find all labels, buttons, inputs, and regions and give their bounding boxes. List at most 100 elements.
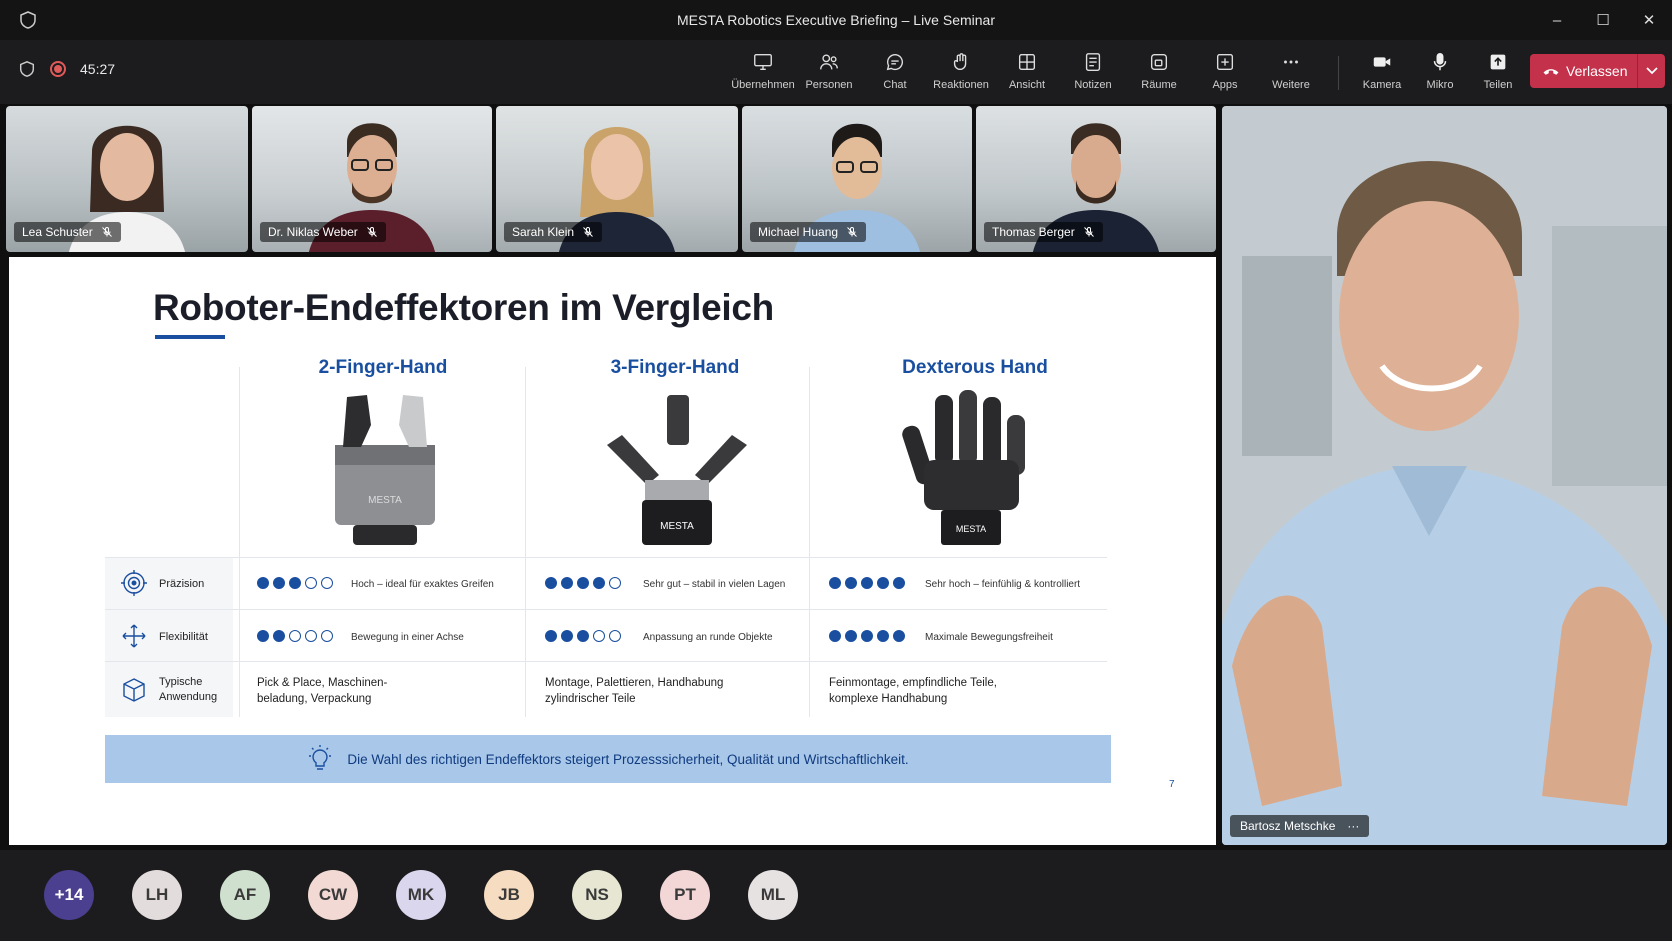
move-arrows-icon bbox=[122, 624, 146, 648]
rating-dot-filled bbox=[561, 630, 573, 642]
application-text: Pick & Place, Maschinen- beladung, Verpa… bbox=[257, 675, 387, 707]
participant-tile[interactable]: Sarah Klein bbox=[496, 106, 738, 252]
close-button[interactable]: ✕ bbox=[1626, 0, 1672, 40]
product-brand: MESTA bbox=[660, 521, 694, 532]
avatar[interactable]: AF bbox=[220, 870, 270, 920]
rating-dot-filled bbox=[845, 630, 857, 642]
two-finger-gripper-image: MESTA bbox=[335, 395, 435, 545]
rating-dot-empty bbox=[289, 630, 301, 642]
attendee-avatars: +14 LH AF CW MK JB NS PT ML bbox=[44, 870, 798, 920]
presenter-name-tag: Bartosz Metschke ··· bbox=[1230, 815, 1370, 837]
avatar[interactable]: LH bbox=[132, 870, 182, 920]
rating-dots bbox=[257, 630, 333, 642]
share-screen-button[interactable]: Übernehmen bbox=[730, 48, 796, 98]
title-bar: MESTA Robotics Executive Briefing – Live… bbox=[0, 0, 1672, 40]
rating-dot-filled bbox=[561, 577, 573, 589]
avatar[interactable]: MK bbox=[396, 870, 446, 920]
rating-dot-filled bbox=[877, 630, 889, 642]
reactions-button[interactable]: Reaktionen bbox=[928, 48, 994, 98]
share-button[interactable]: Teilen bbox=[1469, 48, 1527, 98]
shield-icon bbox=[19, 61, 35, 77]
application-text: Feinmontage, empfindliche Teile, komplex… bbox=[829, 675, 997, 707]
more-button[interactable]: Weitere bbox=[1258, 48, 1324, 98]
application-line: Feinmontage, empfindliche Teile, bbox=[829, 677, 997, 689]
rating-dots bbox=[257, 577, 333, 589]
shield-icon bbox=[20, 11, 36, 29]
rating-description: Bewegung in einer Achse bbox=[351, 632, 464, 643]
toolbar-label: Notizen bbox=[1074, 79, 1112, 91]
meeting-stage: Lea Schuster Dr. Niklas Weber Sarah Klei… bbox=[0, 104, 1672, 850]
rating-dot-filled bbox=[577, 630, 589, 642]
rating-description: Hoch – ideal für exaktes Greifen bbox=[351, 579, 494, 590]
share-icon bbox=[1490, 54, 1506, 70]
participant-name: Thomas Berger bbox=[992, 225, 1075, 239]
toolbar-label: Apps bbox=[1212, 79, 1238, 91]
notes-button[interactable]: Notizen bbox=[1060, 48, 1126, 98]
apps-button[interactable]: Apps bbox=[1192, 48, 1258, 98]
hang-up-icon bbox=[1543, 69, 1559, 75]
application-line: beladung, Verpackung bbox=[257, 693, 372, 705]
product-brand: MESTA bbox=[368, 495, 402, 506]
minimize-button[interactable]: – bbox=[1534, 0, 1580, 40]
rating-dot-filled bbox=[861, 577, 873, 589]
chat-button[interactable]: Chat bbox=[862, 48, 928, 98]
window-controls: – ☐ ✕ bbox=[1534, 0, 1672, 40]
avatar[interactable]: ML bbox=[748, 870, 798, 920]
avatar[interactable]: JB bbox=[484, 870, 534, 920]
view-icon bbox=[1018, 53, 1036, 71]
participant-tile[interactable]: Thomas Berger bbox=[976, 106, 1216, 252]
mic-muted-icon bbox=[101, 227, 112, 237]
row-divider bbox=[105, 609, 1107, 610]
camera-button[interactable]: Kamera bbox=[1353, 48, 1411, 98]
row-divider bbox=[105, 557, 1107, 558]
row-label: Flexibilität bbox=[159, 631, 208, 643]
toolbar-label: Chat bbox=[883, 79, 907, 91]
application-line: zylindrischer Teile bbox=[545, 693, 636, 705]
rating-dots bbox=[829, 577, 905, 589]
presenter-video-tile[interactable]: Bartosz Metschke ··· bbox=[1222, 106, 1667, 845]
leave-options-button[interactable] bbox=[1637, 54, 1666, 88]
mic-muted-icon bbox=[1083, 227, 1094, 237]
more-attendees-button[interactable]: +14 bbox=[44, 870, 94, 920]
apps-icon bbox=[1216, 53, 1234, 71]
attendee-bar: +14 LH AF CW MK JB NS PT ML bbox=[0, 850, 1672, 941]
leave-button[interactable]: Verlassen bbox=[1530, 54, 1638, 88]
row-label: Präzision bbox=[159, 578, 205, 590]
toolbar-label: Reaktionen bbox=[933, 79, 989, 91]
avatar[interactable]: NS bbox=[572, 870, 622, 920]
rating-dot-empty bbox=[609, 577, 621, 589]
participant-name-tag: Michael Huang bbox=[750, 222, 867, 242]
key-message-banner: Die Wahl des richtigen Endeffektors stei… bbox=[105, 735, 1111, 783]
more-icon bbox=[1284, 60, 1298, 64]
rating-dots bbox=[545, 630, 621, 642]
rating-description: Anpassung an runde Objekte bbox=[643, 632, 773, 643]
box-icon bbox=[123, 678, 145, 702]
avatar[interactable]: PT bbox=[660, 870, 710, 920]
row-label-line: Anwendung bbox=[159, 691, 218, 703]
rating-dot-filled bbox=[893, 577, 905, 589]
rating-dot-empty bbox=[305, 577, 317, 589]
rooms-icon bbox=[1150, 53, 1168, 71]
rating-dots bbox=[829, 630, 905, 642]
rating-dot-filled bbox=[861, 630, 873, 642]
participant-name-tag: Lea Schuster bbox=[14, 222, 121, 242]
rating-dot-filled bbox=[893, 630, 905, 642]
microphone-icon bbox=[1433, 53, 1447, 71]
toolbar-label: Teilen bbox=[1483, 79, 1513, 91]
chat-icon bbox=[886, 54, 904, 71]
avatar[interactable]: CW bbox=[308, 870, 358, 920]
mic-muted-icon bbox=[366, 227, 377, 237]
rating-dot-filled bbox=[877, 577, 889, 589]
three-finger-gripper-image: MESTA bbox=[607, 395, 747, 545]
rating-dot-empty bbox=[321, 577, 333, 589]
microphone-button[interactable]: Mikro bbox=[1411, 48, 1469, 98]
participant-tile[interactable]: Lea Schuster bbox=[6, 106, 248, 252]
people-button[interactable]: Personen bbox=[796, 48, 862, 98]
rooms-button[interactable]: Räume bbox=[1126, 48, 1192, 98]
view-button[interactable]: Ansicht bbox=[994, 48, 1060, 98]
rating-description: Sehr gut – stabil in vielen Lagen bbox=[643, 579, 786, 590]
presenter-more-button[interactable]: ··· bbox=[1347, 819, 1359, 833]
participant-tile[interactable]: Michael Huang bbox=[742, 106, 972, 252]
maximize-button[interactable]: ☐ bbox=[1580, 0, 1626, 40]
participant-tile[interactable]: Dr. Niklas Weber bbox=[252, 106, 492, 252]
